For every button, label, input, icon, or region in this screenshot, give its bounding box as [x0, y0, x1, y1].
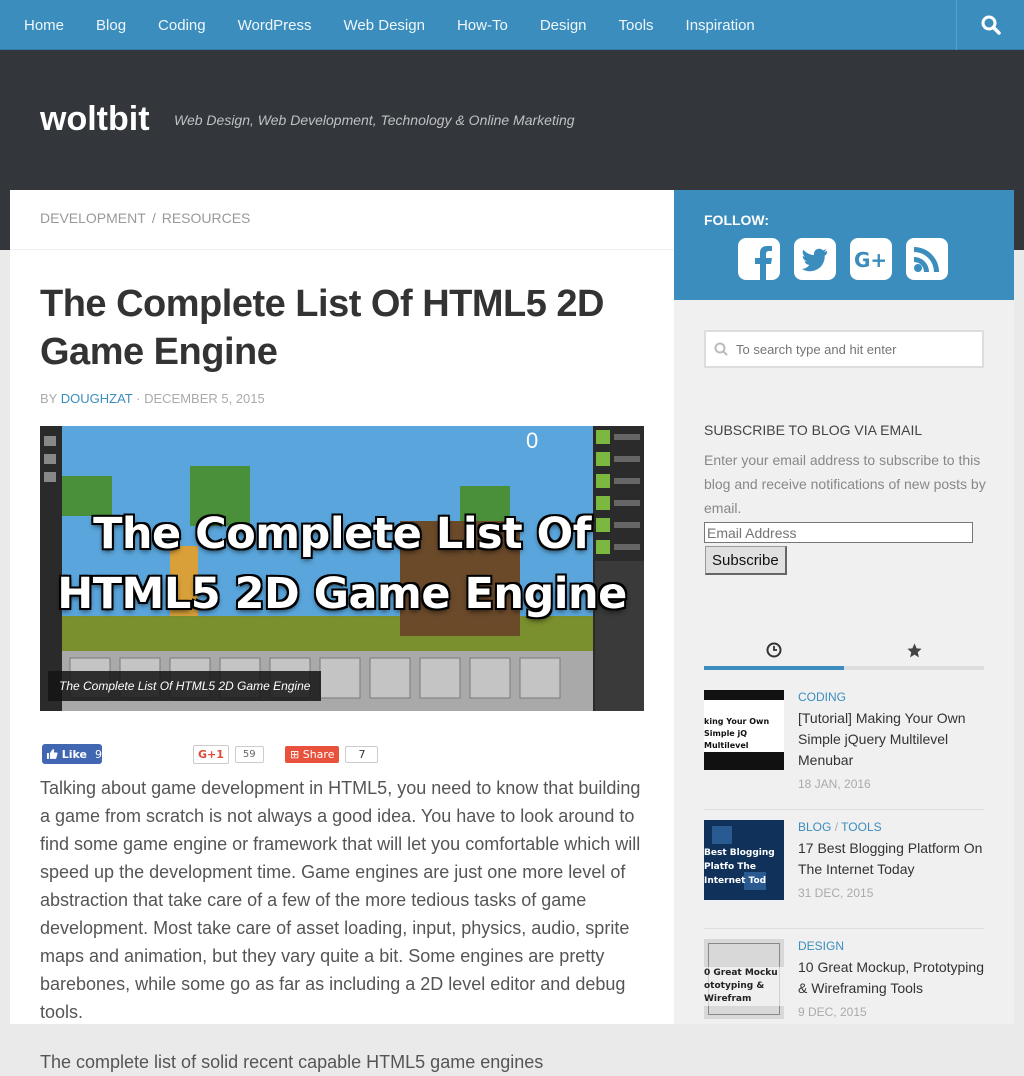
subscribe-title: Subscribe to Blog via Email — [704, 422, 923, 438]
post-thumbnail[interactable]: 0 Great Mocku ototyping & Wirefram — [704, 939, 784, 1019]
byline-dot: · — [136, 391, 141, 406]
sidebar: Subscribe to Blog via Email Enter your e… — [674, 300, 1014, 1024]
nav-item-coding[interactable]: Coding — [142, 17, 222, 34]
follow-icons: G+ — [738, 238, 948, 280]
post-category: Blog / Tools — [798, 820, 984, 834]
thumbnail-text: 0 Great Mocku ototyping & Wirefram — [704, 967, 784, 1006]
follow-label: Follow: — [704, 212, 770, 228]
post-byline: by doughzat · December 5, 2015 — [40, 391, 265, 406]
featured-image[interactable]: 0 The Complete List Of HTML5 2D Game Eng… — [40, 426, 644, 711]
breadcrumb-separator: / — [151, 210, 156, 226]
thumbnail-text: Best Blogging Platfo The Internet Tod — [704, 848, 775, 886]
sidebar-search[interactable] — [704, 330, 984, 368]
post-item-title[interactable]: [Tutorial] Making Your Own Simple jQuery… — [798, 708, 984, 771]
breadcrumb-category-development[interactable]: Development — [40, 210, 146, 226]
category-link[interactable]: Coding — [798, 690, 846, 704]
category-link[interactable]: Tools — [841, 820, 881, 834]
post-title: The Complete List Of HTML5 2D Game Engin… — [40, 283, 604, 373]
site-tagline: Web Design, Web Development, Technology … — [174, 112, 575, 128]
thumbs-up-icon — [46, 749, 58, 759]
list-item[interactable]: king Your Own Simple jQ Multilevel Menub… — [704, 690, 984, 810]
facebook-like-count: 9 — [95, 747, 102, 761]
post-item-body: Coding [Tutorial] Making Your Own Simple… — [798, 690, 984, 791]
share-widget: ⊞ Share 7 — [285, 744, 379, 764]
rss-icon[interactable] — [906, 238, 948, 280]
subscribe-button[interactable]: Subscribe — [705, 546, 787, 575]
facebook-like-label: Like — [61, 747, 87, 761]
google-plus-icon[interactable]: G+ — [850, 238, 892, 280]
nav-item-inspiration[interactable]: Inspiration — [670, 17, 771, 34]
tab-popular[interactable] — [844, 634, 984, 666]
post-item-date: 31 Dec, 2015 — [798, 886, 874, 900]
byline-by: by — [40, 391, 58, 406]
search-icon — [714, 342, 728, 356]
email-field[interactable] — [704, 522, 973, 543]
category-link[interactable]: Design — [798, 939, 844, 953]
thumbnail-text: king Your Own Simple jQ Multilevel Menub… — [704, 717, 770, 762]
svg-text:G+: G+ — [854, 248, 887, 272]
breadcrumb: Development / Resources — [10, 190, 674, 250]
list-item[interactable]: 0 Great Mocku ototyping & Wirefram Desig… — [704, 939, 984, 1049]
main-content: Development / Resources The Complete List … — [10, 190, 674, 1072]
breadcrumb-category-resources[interactable]: Resources — [162, 210, 251, 226]
plus-icon: ⊞ — [290, 747, 303, 761]
social-share-bar: Like 9 G+1 59 ⊞ Share 7 — [40, 744, 644, 766]
google-plus-count: 59 — [234, 745, 264, 763]
post-item-body: Blog / Tools 17 Best Blogging Platform O… — [798, 820, 984, 900]
nav-item-web-design[interactable]: Web Design — [328, 17, 441, 34]
google-plus-share: G+1 59 — [193, 744, 264, 764]
share-count: 7 — [345, 745, 379, 763]
post-item-date: 18 Jan, 2016 — [798, 777, 871, 791]
article-body: Talking about game development in HTML5,… — [40, 774, 644, 1076]
nav-menu: Home Blog Coding WordPress Web Design Ho… — [0, 0, 1024, 50]
nav-item-wordpress[interactable]: WordPress — [222, 17, 328, 34]
category-link[interactable]: Blog — [798, 820, 831, 834]
post-item-title[interactable]: 17 Best Blogging Platform On The Interne… — [798, 838, 984, 880]
nav-item-design[interactable]: Design — [524, 17, 603, 34]
post-item-date: 9 Dec, 2015 — [798, 1005, 867, 1019]
post-tabs — [704, 634, 984, 670]
post-thumbnail[interactable]: Best Blogging Platfo The Internet Tod — [704, 820, 784, 900]
facebook-like-button[interactable]: Like 9 — [42, 744, 102, 764]
subscribe-description: Enter your email address to subscribe to… — [704, 452, 986, 516]
featured-image-headline: The Complete List Of HTML5 2D Game Engin… — [40, 504, 644, 624]
google-plus-button[interactable]: G+1 — [193, 744, 229, 764]
featured-image-line-2: HTML5 2D Game Engine — [57, 569, 627, 619]
nav-item-tools[interactable]: Tools — [603, 17, 670, 34]
nav-search-button[interactable] — [956, 0, 1024, 50]
sidebar-search-input[interactable] — [736, 341, 966, 357]
article-paragraph: Talking about game development in HTML5,… — [40, 778, 641, 1022]
star-icon — [906, 642, 922, 657]
top-navigation: Home Blog Coding WordPress Web Design Ho… — [0, 0, 1024, 50]
nav-item-blog[interactable]: Blog — [80, 17, 142, 34]
featured-image-caption: The Complete List Of HTML5 2D Game Engin… — [48, 671, 322, 701]
post-category: Design — [798, 939, 984, 953]
article-paragraph: The complete list of solid recent capabl… — [40, 1052, 544, 1072]
facebook-icon[interactable] — [738, 238, 780, 280]
featured-image-line-1: The Complete List Of — [93, 509, 591, 559]
post-item-body: Design 10 Great Mockup, Prototyping & Wi… — [798, 939, 984, 1019]
twitter-icon[interactable] — [794, 238, 836, 280]
search-icon — [981, 15, 1001, 35]
list-item[interactable]: Best Blogging Platfo The Internet Tod Bl… — [704, 820, 984, 929]
post-date: December 5, 2015 — [144, 391, 265, 406]
image-counter: 0 — [526, 428, 539, 453]
share-button-label: Share — [302, 747, 335, 761]
clock-icon — [766, 642, 782, 658]
follow-widget: Follow: G+ — [674, 190, 1014, 300]
share-button[interactable]: ⊞ Share — [285, 745, 340, 763]
post-author-link[interactable]: doughzat — [61, 391, 133, 406]
post-thumbnail[interactable]: king Your Own Simple jQ Multilevel Menub… — [704, 690, 784, 770]
nav-item-how-to[interactable]: How-To — [441, 17, 524, 34]
site-title[interactable]: woltbit — [40, 100, 150, 139]
post-item-title[interactable]: 10 Great Mockup, Prototyping & Wireframi… — [798, 957, 984, 999]
recent-posts-list: king Your Own Simple jQ Multilevel Menub… — [704, 690, 984, 1049]
tab-recent[interactable] — [704, 634, 844, 670]
post-category: Coding — [798, 690, 984, 704]
nav-item-home[interactable]: Home — [8, 17, 80, 34]
